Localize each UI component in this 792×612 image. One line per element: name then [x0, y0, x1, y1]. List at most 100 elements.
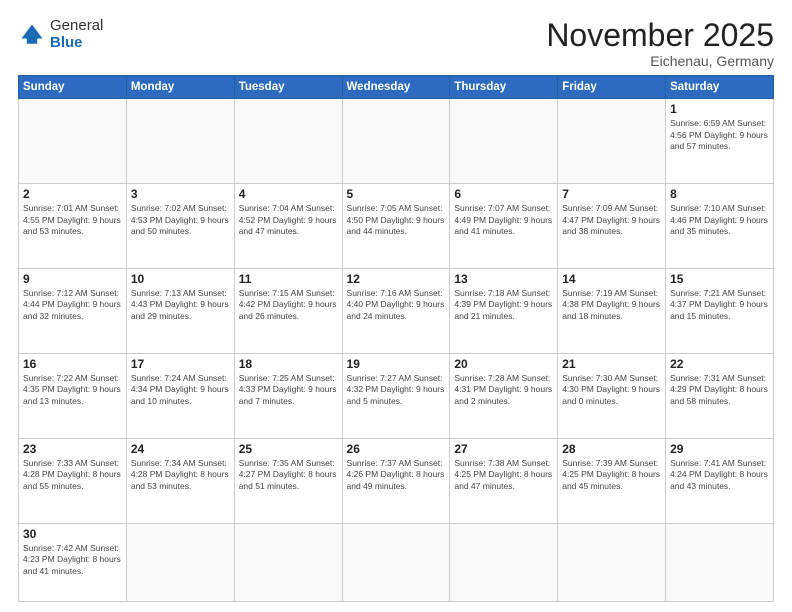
day-info: Sunrise: 7:02 AM Sunset: 4:53 PM Dayligh… — [131, 203, 230, 237]
table-row: 5Sunrise: 7:05 AM Sunset: 4:50 PM Daylig… — [342, 184, 450, 269]
table-row: 21 Sunrise: 7:30 AM Sunset: 4:30 PM Dayli… — [558, 353, 666, 438]
day-info: Sunrise: 7:33 AM Sunset: 4:28 PM Dayligh… — [23, 458, 122, 492]
day-number: 12 — [347, 272, 446, 286]
day-number: 9 — [23, 272, 122, 286]
month-title: November 2025 — [546, 18, 774, 53]
day-info: Sunrise: 7:31 AM Sunset: 4:29 PM Dayligh… — [670, 373, 769, 407]
day-info: Sunrise: 7:22 AM Sunset: 4:35 PM Dayligh… — [23, 373, 122, 407]
day-info: Sunrise: 7:39 AM Sunset: 4:25 PM Dayligh… — [562, 458, 661, 492]
table-row: 17 Sunrise: 7:24 AM Sunset: 4:34 PM Dayli… — [126, 353, 234, 438]
table-row: 19Sunrise: 7:27 AM Sunset: 4:32 PM Dayli… — [342, 353, 450, 438]
day-info: Sunrise: 7:24 AM Sunset: 4:34 PM Dayligh… — [131, 373, 230, 407]
table-row: 13Sunrise: 7:18 AM Sunset: 4:39 PM Dayli… — [450, 268, 558, 353]
table-row: 30 Sunrise: 7:42 AM Sunset: 4:23 PM Dayli… — [19, 523, 127, 601]
day-number: 30 — [23, 527, 122, 541]
day-number: 23 — [23, 442, 122, 456]
day-number: 16 — [23, 357, 122, 371]
table-row — [450, 99, 558, 184]
day-info: Sunrise: 7:07 AM Sunset: 4:49 PM Dayligh… — [454, 203, 553, 237]
logo-icon — [18, 21, 46, 49]
table-row: 28 Sunrise: 7:39 AM Sunset: 4:25 PM Dayli… — [558, 438, 666, 523]
table-row: 12Sunrise: 7:16 AM Sunset: 4:40 PM Dayli… — [342, 268, 450, 353]
table-row: 26 Sunrise: 7:37 AM Sunset: 4:26 PM Dayli… — [342, 438, 450, 523]
header-sunday: Sunday — [19, 76, 127, 99]
day-number: 26 — [347, 442, 446, 456]
day-number: 25 — [239, 442, 338, 456]
header-friday: Friday — [558, 76, 666, 99]
table-row: 24 Sunrise: 7:34 AM Sunset: 4:28 PM Dayli… — [126, 438, 234, 523]
table-row: 27 Sunrise: 7:38 AM Sunset: 4:25 PM Dayli… — [450, 438, 558, 523]
table-row — [666, 523, 774, 601]
table-row — [342, 523, 450, 601]
day-number: 24 — [131, 442, 230, 456]
table-row — [234, 523, 342, 601]
day-number: 5 — [347, 187, 446, 201]
title-area: November 2025 Eichenau, Germany — [546, 18, 774, 69]
table-row — [234, 99, 342, 184]
day-info: Sunrise: 7:41 AM Sunset: 4:24 PM Dayligh… — [670, 458, 769, 492]
logo-blue-text: Blue — [50, 35, 103, 52]
logo: General Blue — [18, 18, 103, 51]
day-info: Sunrise: 7:01 AM Sunset: 4:55 PM Dayligh… — [23, 203, 122, 237]
day-info: Sunrise: 7:13 AM Sunset: 4:43 PM Dayligh… — [131, 288, 230, 322]
header-thursday: Thursday — [450, 76, 558, 99]
table-row: 4Sunrise: 7:04 AM Sunset: 4:52 PM Daylig… — [234, 184, 342, 269]
page: General Blue November 2025 Eichenau, Ger… — [0, 0, 792, 612]
location: Eichenau, Germany — [546, 53, 774, 69]
header: General Blue November 2025 Eichenau, Ger… — [18, 18, 774, 69]
day-info: Sunrise: 7:12 AM Sunset: 4:44 PM Dayligh… — [23, 288, 122, 322]
day-number: 17 — [131, 357, 230, 371]
table-row — [19, 99, 127, 184]
day-number: 15 — [670, 272, 769, 286]
calendar-table: Sunday Monday Tuesday Wednesday Thursday… — [18, 75, 774, 602]
table-row: 7 Sunrise: 7:09 AM Sunset: 4:47 PM Daylig… — [558, 184, 666, 269]
table-row: 6 Sunrise: 7:07 AM Sunset: 4:49 PM Daylig… — [450, 184, 558, 269]
day-info: Sunrise: 7:15 AM Sunset: 4:42 PM Dayligh… — [239, 288, 338, 322]
table-row: 11 Sunrise: 7:15 AM Sunset: 4:42 PM Dayli… — [234, 268, 342, 353]
day-info: Sunrise: 7:27 AM Sunset: 4:32 PM Dayligh… — [347, 373, 446, 407]
table-row — [126, 523, 234, 601]
day-info: Sunrise: 7:09 AM Sunset: 4:47 PM Dayligh… — [562, 203, 661, 237]
day-info: Sunrise: 7:34 AM Sunset: 4:28 PM Dayligh… — [131, 458, 230, 492]
logo-text: General Blue — [50, 18, 103, 51]
day-number: 8 — [670, 187, 769, 201]
table-row: 14 Sunrise: 7:19 AM Sunset: 4:38 PM Dayli… — [558, 268, 666, 353]
day-number: 3 — [131, 187, 230, 201]
day-number: 28 — [562, 442, 661, 456]
day-info: Sunrise: 7:38 AM Sunset: 4:25 PM Dayligh… — [454, 458, 553, 492]
table-row — [558, 523, 666, 601]
day-info: Sunrise: 7:37 AM Sunset: 4:26 PM Dayligh… — [347, 458, 446, 492]
table-row: 25 Sunrise: 7:35 AM Sunset: 4:27 PM Dayli… — [234, 438, 342, 523]
header-monday: Monday — [126, 76, 234, 99]
day-number: 18 — [239, 357, 338, 371]
day-info: Sunrise: 7:30 AM Sunset: 4:30 PM Dayligh… — [562, 373, 661, 407]
day-number: 14 — [562, 272, 661, 286]
day-number: 27 — [454, 442, 553, 456]
table-row — [342, 99, 450, 184]
day-number: 10 — [131, 272, 230, 286]
day-number: 20 — [454, 357, 553, 371]
table-row: 23 Sunrise: 7:33 AM Sunset: 4:28 PM Dayli… — [19, 438, 127, 523]
table-row: 20 Sunrise: 7:28 AM Sunset: 4:31 PM Dayli… — [450, 353, 558, 438]
calendar-header-row: Sunday Monday Tuesday Wednesday Thursday… — [19, 76, 774, 99]
table-row: 9 Sunrise: 7:12 AM Sunset: 4:44 PM Daylig… — [19, 268, 127, 353]
day-number: 21 — [562, 357, 661, 371]
day-info: Sunrise: 7:28 AM Sunset: 4:31 PM Dayligh… — [454, 373, 553, 407]
table-row: 29 Sunrise: 7:41 AM Sunset: 4:24 PM Dayli… — [666, 438, 774, 523]
day-number: 29 — [670, 442, 769, 456]
day-number: 6 — [454, 187, 553, 201]
table-row — [450, 523, 558, 601]
day-info: Sunrise: 7:10 AM Sunset: 4:46 PM Dayligh… — [670, 203, 769, 237]
header-saturday: Saturday — [666, 76, 774, 99]
logo-general-text: General — [50, 18, 103, 35]
day-number: 11 — [239, 272, 338, 286]
day-info: Sunrise: 7:35 AM Sunset: 4:27 PM Dayligh… — [239, 458, 338, 492]
day-number: 7 — [562, 187, 661, 201]
day-info: Sunrise: 7:42 AM Sunset: 4:23 PM Dayligh… — [23, 543, 122, 577]
table-row: 10 Sunrise: 7:13 AM Sunset: 4:43 PM Dayli… — [126, 268, 234, 353]
header-tuesday: Tuesday — [234, 76, 342, 99]
table-row: 16 Sunrise: 7:22 AM Sunset: 4:35 PM Dayli… — [19, 353, 127, 438]
day-info: Sunrise: 7:19 AM Sunset: 4:38 PM Dayligh… — [562, 288, 661, 322]
day-info: Sunrise: 6:59 AM Sunset: 4:56 PM Dayligh… — [670, 118, 769, 152]
table-row: 1Sunrise: 6:59 AM Sunset: 4:56 PM Daylig… — [666, 99, 774, 184]
